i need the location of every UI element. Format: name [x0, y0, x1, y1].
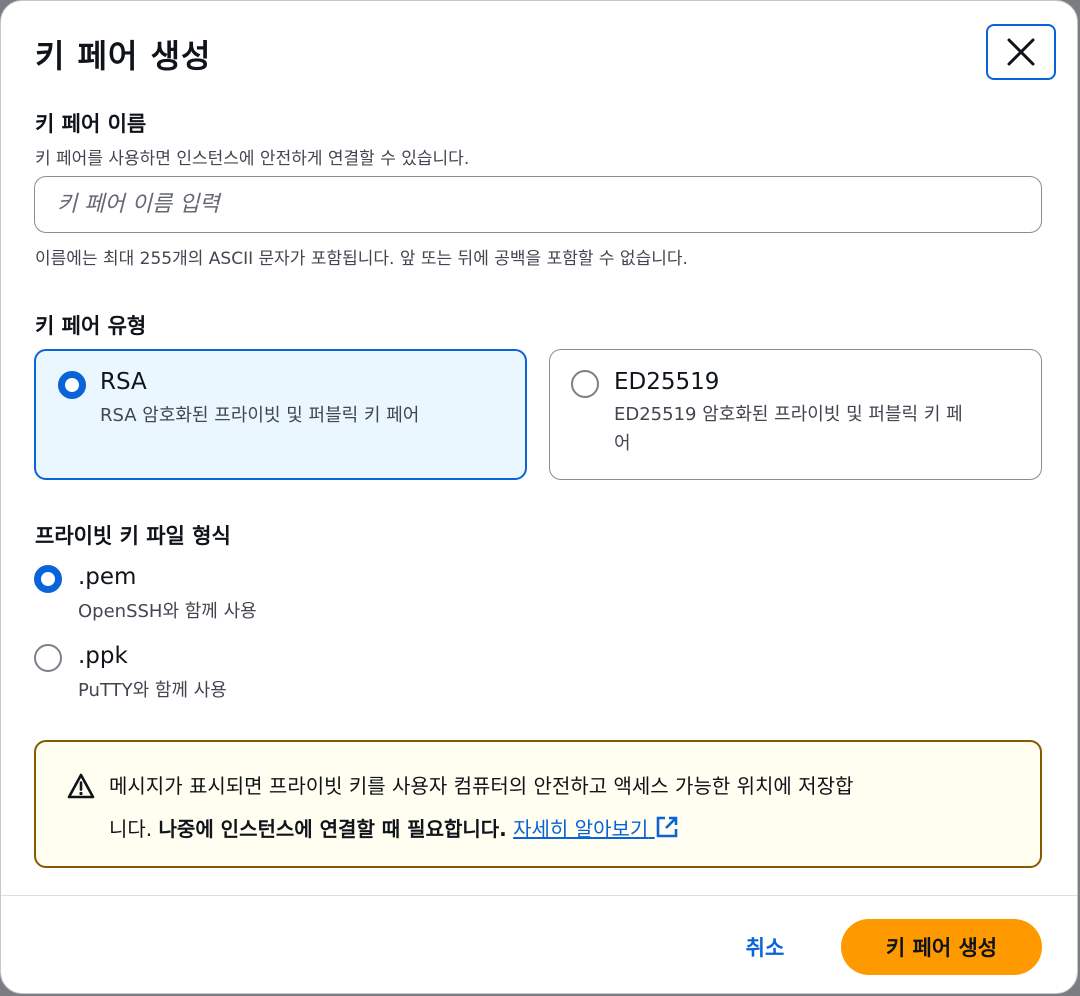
footer-divider [1, 895, 1077, 896]
option-title-ppk[interactable]: .ppk [78, 643, 128, 669]
option-title-pem[interactable]: .pem [78, 564, 136, 590]
dialog-title: 키 페어 생성 [35, 37, 212, 75]
option-description-pem: OpenSSH와 함께 사용 [78, 601, 257, 622]
radio-ed25519[interactable] [571, 370, 599, 398]
option-description-ppk: PuTTY와 함께 사용 [78, 680, 227, 701]
warning-icon [67, 773, 95, 799]
key-pair-name-description: 키 페어를 사용하면 인스턴스에 안전하게 연결할 수 있습니다. [35, 149, 470, 169]
tile-description-ed25519-line2: 어 [614, 433, 631, 454]
key-pair-name-input[interactable] [34, 176, 1042, 233]
learn-more-link-text[interactable]: 자세히 알아보기 [513, 817, 648, 841]
learn-more-link[interactable]: 자세히 알아보기 [513, 815, 679, 841]
key-type-tile-ed25519[interactable]: ED25519 ED25519 암호화된 프라이빗 및 퍼블릭 키 페 어 [549, 349, 1042, 480]
radio-rsa[interactable] [58, 371, 86, 399]
radio-ppk[interactable] [34, 644, 62, 672]
create-key-pair-dialog: 키 페어 생성 키 페어 이름 키 페어를 사용하면 인스턴스에 안전하게 연결… [0, 0, 1078, 994]
private-key-format-label: 프라이빗 키 파일 형식 [35, 524, 231, 548]
create-key-pair-button[interactable]: 키 페어 생성 [841, 919, 1042, 975]
close-icon [1007, 38, 1035, 66]
alert-message-prefix: 니다. [109, 817, 159, 841]
tile-title-ed25519: ED25519 [614, 369, 720, 395]
tile-description-ed25519-line1: ED25519 암호화된 프라이빗 및 퍼블릭 키 페 [614, 404, 963, 425]
alert-message-line2: 니다. 나중에 인스턴스에 연결할 때 필요합니다. 자세히 알아보기 [109, 808, 1009, 851]
warning-alert: 메시지가 표시되면 프라이빗 키를 사용자 컴퓨터의 안전하고 액세스 가능한 … [34, 740, 1042, 868]
radio-pem[interactable] [34, 565, 62, 593]
key-pair-type-label: 키 페어 유형 [35, 314, 147, 338]
key-type-tile-rsa[interactable]: RSA RSA 암호화된 프라이빗 및 퍼블릭 키 페어 [34, 349, 527, 480]
tile-title-rsa: RSA [100, 369, 147, 395]
external-link-icon[interactable] [655, 815, 679, 839]
alert-message-bold: 나중에 인스턴스에 연결할 때 필요합니다. [158, 817, 507, 841]
close-button[interactable] [986, 24, 1056, 80]
key-pair-name-constraint: 이름에는 최대 255개의 ASCII 문자가 포함됩니다. 앞 또는 뒤에 공… [35, 249, 688, 269]
tile-description-rsa: RSA 암호화된 프라이빗 및 퍼블릭 키 페어 [100, 405, 420, 426]
cancel-button[interactable]: 취소 [729, 920, 801, 974]
key-pair-name-label: 키 페어 이름 [35, 112, 147, 136]
alert-message-line1: 메시지가 표시되면 프라이빗 키를 사용자 컴퓨터의 안전하고 액세스 가능한 … [109, 774, 854, 798]
alert-message: 메시지가 표시되면 프라이빗 키를 사용자 컴퓨터의 안전하고 액세스 가능한 … [109, 765, 1009, 851]
